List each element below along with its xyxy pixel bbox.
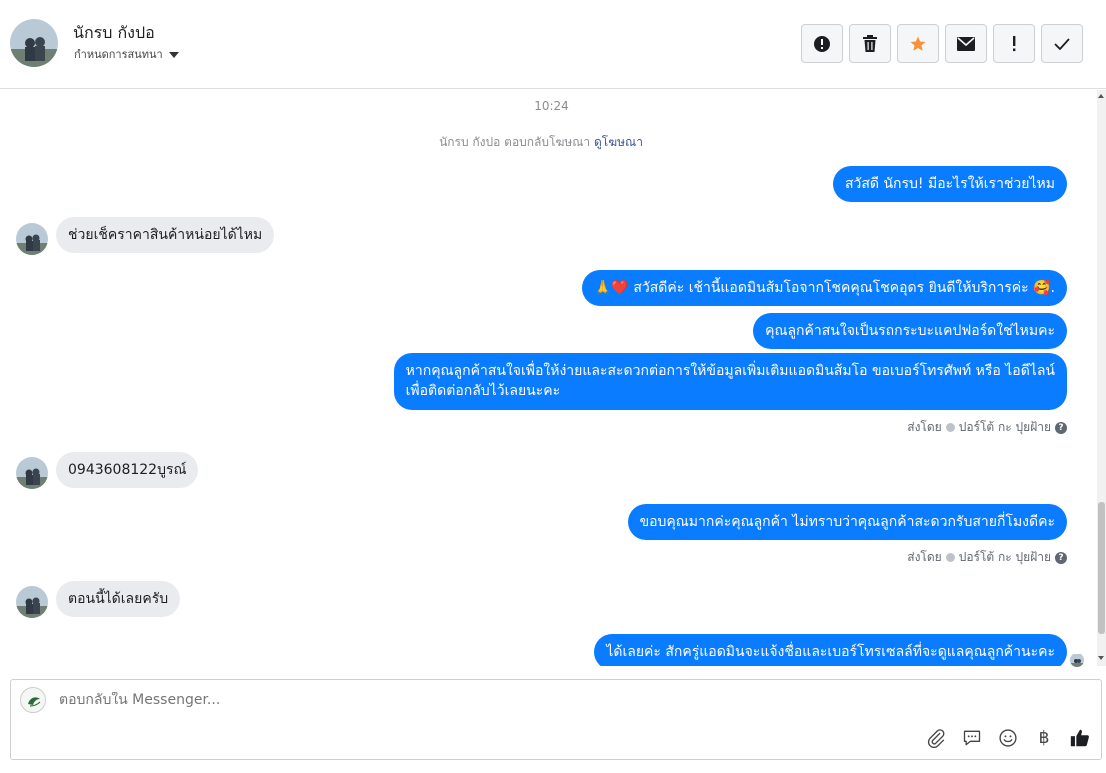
- emoji-button[interactable]: [997, 727, 1019, 749]
- message-thread: 10:24 นักรบ กังปอ ตอบกลับโฆษณา ดูโฆษณา ส…: [0, 90, 1097, 666]
- exclamation-circle-icon: [814, 35, 830, 52]
- contact-name[interactable]: นักรบ กังปอ: [73, 21, 155, 46]
- emoji-icon: [999, 729, 1017, 747]
- envelope-icon: [957, 36, 975, 51]
- help-icon[interactable]: ?: [1055, 551, 1067, 564]
- contact-avatar-small[interactable]: [16, 457, 48, 489]
- attach-button[interactable]: [925, 727, 947, 749]
- message-text: สวัสดีค่ะ เช้านี้แอดมินส้มโอจากโชคคุณโชค…: [633, 280, 1029, 296]
- ad-reply-text: นักรบ กังปอ ตอบกลับโฆษณา: [439, 135, 591, 149]
- reply-input[interactable]: [59, 692, 859, 708]
- mark-important-button[interactable]: [993, 24, 1035, 63]
- payment-button[interactable]: ฿: [1033, 727, 1055, 749]
- check-icon: [1054, 37, 1070, 50]
- paperclip-icon: [927, 729, 945, 748]
- outgoing-message: ได้เลยค่ะ สักครู่แอดมินจะแจ้งชื่อและเบอร…: [594, 634, 1067, 666]
- baht-icon: ฿: [1038, 728, 1050, 748]
- scroll-up-arrow-icon[interactable]: [1098, 94, 1104, 98]
- message-line: หากคุณลูกค้าสนใจเพื่อให้ง่ายและสะดวกต่อก…: [405, 363, 1055, 379]
- saved-replies-button[interactable]: [961, 727, 983, 749]
- thread-scrollbar[interactable]: [1097, 90, 1106, 666]
- outgoing-message: คุณลูกค้าสนใจเป็นรถกระบะแคปฟอร์ดใช่ไหมคะ: [753, 313, 1067, 349]
- message-line: เพื่อติดต่อกลับไว้เลยนะคะ: [405, 383, 561, 399]
- contact-avatar[interactable]: [10, 19, 58, 67]
- assign-label: กำหนดการสนทนา: [74, 48, 163, 61]
- outgoing-message: หากคุณลูกค้าสนใจเพื่อให้ง่ายและสะดวกต่อก…: [393, 353, 1067, 410]
- saved-reply-icon: [963, 730, 981, 746]
- trash-icon: [863, 34, 877, 52]
- assign-conversation-dropdown[interactable]: กำหนดการสนทนา: [74, 45, 179, 63]
- report-spam-button[interactable]: [801, 24, 843, 63]
- sent-by-label: ส่งโดย: [907, 550, 942, 564]
- mark-unread-button[interactable]: [945, 24, 987, 63]
- conversation-header: นักรบ กังปอ กำหนดการสนทนา: [0, 0, 1106, 89]
- message-timestamp: 10:24: [534, 99, 569, 113]
- ad-reply-notice: นักรบ กังปอ ตอบกลับโฆษณา ดูโฆษณา: [0, 133, 1082, 152]
- delete-button[interactable]: [849, 24, 891, 63]
- outgoing-message: ขอบคุณมากค่ะคุณลูกค้า ไม่ทราบว่าคุณลูกค้…: [627, 504, 1067, 540]
- like-button[interactable]: [1069, 727, 1091, 749]
- contact-avatar-small[interactable]: [16, 223, 48, 255]
- emoji-prefix: 🙏❤️: [593, 280, 629, 296]
- thumbs-up-icon: [1070, 729, 1089, 747]
- view-ad-link[interactable]: ดูโฆษณา: [594, 135, 643, 149]
- outgoing-message: 🙏❤️ สวัสดีค่ะ เช้านี้แอดมินส้มโอจากโชคคุ…: [581, 270, 1067, 306]
- page-avatar: [20, 687, 46, 713]
- scroll-thumb[interactable]: [1098, 502, 1105, 634]
- incoming-message: 0943608122บูรณ์: [56, 452, 199, 488]
- exclamation-icon: [1013, 35, 1016, 51]
- scroll-down-arrow-icon[interactable]: [1098, 656, 1104, 660]
- incoming-message: ตอนนี้ได้เลยครับ: [56, 581, 181, 617]
- seen-indicator-avatar: [1070, 653, 1084, 667]
- conversation-toolbar: [801, 24, 1083, 63]
- star-button[interactable]: [897, 24, 939, 63]
- star-icon: [910, 36, 926, 51]
- emoji-suffix: 🥰.: [1033, 280, 1055, 296]
- sent-by-label: ส่งโดย: [907, 420, 942, 434]
- incoming-message: ช่วยเช็คราคาสินค้าหน่อยได้ไหม: [56, 217, 275, 253]
- caret-down-icon: [168, 51, 179, 58]
- composer-tools: ฿: [925, 727, 1091, 749]
- sent-by-name: ปอร์โต้ กะ ปุยฝ้าย: [958, 550, 1051, 564]
- outgoing-message: สวัสดี นักรบ! มีอะไรให้เราช่วยไหม: [832, 166, 1067, 202]
- sent-by-name: ปอร์โต้ กะ ปุยฝ้าย: [958, 420, 1051, 434]
- reply-composer: ฿: [10, 679, 1102, 760]
- sent-by-info: ส่งโดย ปอร์โต้ กะ ปุยฝ้าย ?: [907, 548, 1067, 567]
- help-icon[interactable]: ?: [1055, 421, 1067, 434]
- mark-done-button[interactable]: [1041, 24, 1083, 63]
- sent-by-info: ส่งโดย ปอร์โต้ กะ ปุยฝ้าย ?: [907, 418, 1067, 437]
- sent-check-icon: [945, 553, 955, 562]
- sent-check-icon: [945, 423, 955, 432]
- contact-avatar-small[interactable]: [16, 586, 48, 618]
